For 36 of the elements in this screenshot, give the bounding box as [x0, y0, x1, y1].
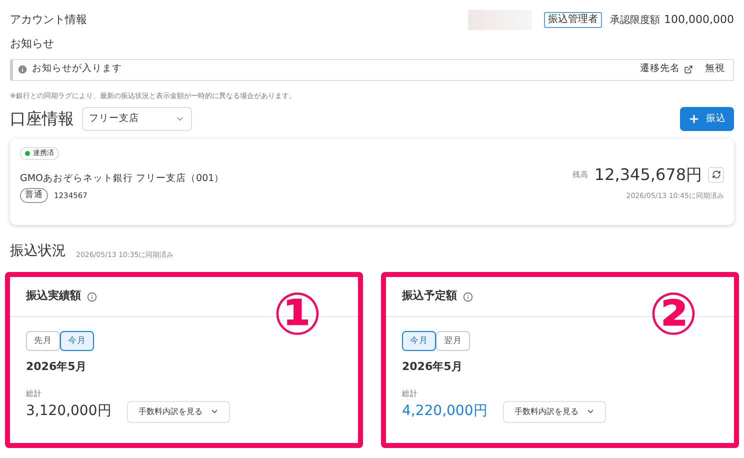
dismiss-button[interactable]: 無視: [705, 62, 725, 77]
annotation-number: ①: [272, 283, 322, 345]
notice-title: お知らせ: [10, 36, 54, 52]
total-amount: 4,220,000円: [402, 402, 488, 422]
balance-amount: 12,345,678円: [594, 164, 702, 186]
card-title: 振込予定額: [402, 288, 457, 304]
month-tab[interactable]: 今月: [60, 331, 94, 351]
role-badge: 振込管理者: [544, 12, 602, 28]
notice-link[interactable]: 遷移先名: [640, 62, 680, 77]
notice-message: お知らせが入ります: [32, 62, 122, 76]
limit-label: 承認限度額: [610, 14, 660, 28]
fee-breakdown-button[interactable]: 手数料内訳を見る: [503, 400, 606, 423]
info-icon[interactable]: [87, 292, 97, 302]
bank-name: GMOあおぞらネット銀行 フリー支店（001）: [20, 172, 224, 186]
fee-breakdown-button[interactable]: 手数料内訳を見る: [127, 400, 230, 423]
annotation-number: ②: [648, 283, 698, 345]
month-tab[interactable]: 今月: [402, 331, 436, 351]
external-link-icon[interactable]: [684, 65, 693, 74]
info-icon: [17, 64, 28, 75]
limit-value: 100,000,000: [664, 12, 734, 28]
refresh-icon[interactable]: [712, 170, 720, 180]
info-icon[interactable]: [463, 292, 473, 302]
total-amount: 3,120,000円: [26, 402, 112, 422]
page-title: アカウント情報: [10, 12, 87, 28]
month-label: 2026年5月: [26, 359, 86, 375]
month-tab[interactable]: 翌月: [436, 331, 470, 351]
refresh-button[interactable]: [708, 166, 724, 183]
plus-icon[interactable]: [688, 113, 700, 125]
branch-select[interactable]: フリー支店: [82, 107, 192, 131]
section-title: 口座情報: [10, 108, 74, 130]
account-type-badge: 普通: [20, 188, 48, 203]
blurred-user-name: [468, 10, 532, 30]
transfer-button[interactable]: 振込: [680, 107, 734, 131]
card-title: 振込実績額: [26, 288, 81, 304]
section-title: 振込状況: [10, 242, 66, 261]
month-label: 2026年5月: [402, 359, 462, 375]
